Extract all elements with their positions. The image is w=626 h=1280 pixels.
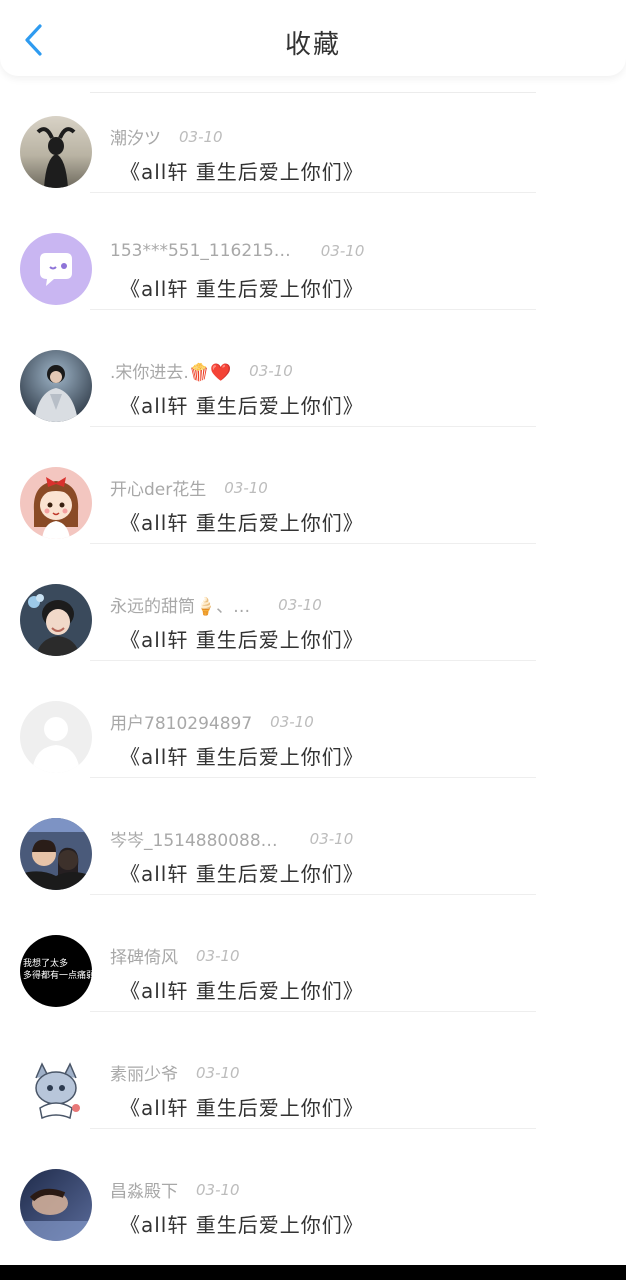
date: 03-10 (249, 361, 293, 380)
list-item[interactable]: 用户7810294897 03-10 《all轩 重生后爱上你们》 (0, 661, 626, 778)
username[interactable]: 开心der花生 (110, 475, 206, 500)
date: 03-10 (224, 478, 268, 497)
top-bar: 收藏 (0, 0, 626, 76)
username[interactable]: 153***551_116215… (110, 241, 291, 261)
username[interactable]: 昌淼殿下 (110, 1177, 178, 1202)
date: 03-10 (196, 946, 240, 965)
selfie-photo-avatar (20, 818, 92, 890)
list-item[interactable]: 153***551_116215… 03-10 《all轩 重生后爱上你们》 (0, 193, 626, 310)
book-title[interactable]: 《all轩 重生后爱上你们》 (120, 390, 364, 419)
avatar-text-line: 多得都有一点痛弱 (23, 969, 92, 981)
book-title[interactable]: 《all轩 重生后爱上你们》 (120, 741, 364, 770)
username[interactable]: 素丽少爷 (110, 1060, 178, 1085)
anime-sketch-avatar (20, 1052, 92, 1124)
book-title[interactable]: 《all轩 重生后爱上你们》 (120, 1209, 364, 1238)
list-item[interactable]: .宋你进去.🍿❤️ 03-10 《all轩 重生后爱上你们》 (0, 310, 626, 427)
date: 03-10 (320, 242, 365, 260)
stage-photo-avatar (20, 350, 92, 422)
book-title[interactable]: 《all轩 重生后爱上你们》 (120, 156, 364, 185)
list-item[interactable]: 素丽少爷 03-10 《all轩 重生后爱上你们》 (0, 1012, 626, 1129)
username[interactable]: .宋你进去.🍿❤️ (110, 358, 231, 383)
date: 03-10 (196, 1180, 240, 1199)
username[interactable]: 择碑倚风 (110, 943, 178, 968)
chat-bubble-avatar (20, 233, 92, 305)
list-item[interactable]: 开心der花生 03-10 《all轩 重生后爱上你们》 (0, 427, 626, 544)
dark-photo-avatar (20, 1169, 92, 1241)
date: 03-10 (179, 127, 223, 146)
page-title: 收藏 (284, 30, 341, 60)
book-title[interactable]: 《all轩 重生后爱上你们》 (120, 1092, 364, 1121)
default-user-avatar (20, 701, 92, 773)
username[interactable]: 岑岑_1514880088… (110, 826, 278, 851)
text-avatar: 我想了太多 多得都有一点痛弱 (20, 935, 92, 1007)
system-navigation-bar (0, 1265, 626, 1280)
portrait-photo-avatar (20, 584, 92, 656)
list-item[interactable]: 昌淼殿下 03-10 《all轩 重生后爱上你们》 (0, 1129, 626, 1246)
list-item[interactable]: 潮汐ツ 03-10 《all轩 重生后爱上你们》 (0, 76, 626, 193)
username[interactable]: 用户7810294897 (110, 709, 252, 734)
book-title[interactable]: 《all轩 重生后爱上你们》 (120, 975, 364, 1004)
book-title[interactable]: 《all轩 重生后爱上你们》 (120, 273, 364, 302)
silhouette-photo-avatar (20, 116, 92, 188)
book-title[interactable]: 《all轩 重生后爱上你们》 (120, 624, 364, 653)
date: 03-10 (309, 829, 354, 848)
list-item[interactable]: 岑岑_1514880088… 03-10 《all轩 重生后爱上你们》 (0, 778, 626, 895)
cartoon-girl-avatar (20, 467, 92, 539)
book-title[interactable]: 《all轩 重生后爱上你们》 (120, 858, 364, 887)
avatar-text-line: 我想了太多 (23, 957, 68, 969)
favorites-list: 潮汐ツ 03-10 《all轩 重生后爱上你们》 153***551_11621… (0, 76, 626, 1246)
list-item[interactable]: 永远的甜筒🍦、… 03-10 《all轩 重生后爱上你们》 (0, 544, 626, 661)
username[interactable]: 潮汐ツ (110, 124, 161, 149)
date: 03-10 (270, 712, 314, 731)
list-item[interactable]: 我想了太多 多得都有一点痛弱 择碑倚风 03-10 《all轩 重生后爱上你们》 (0, 895, 626, 1012)
username[interactable]: 永远的甜筒🍦、… (110, 592, 250, 617)
date: 03-10 (196, 1063, 240, 1082)
book-title[interactable]: 《all轩 重生后爱上你们》 (120, 507, 364, 536)
date: 03-10 (278, 595, 322, 614)
